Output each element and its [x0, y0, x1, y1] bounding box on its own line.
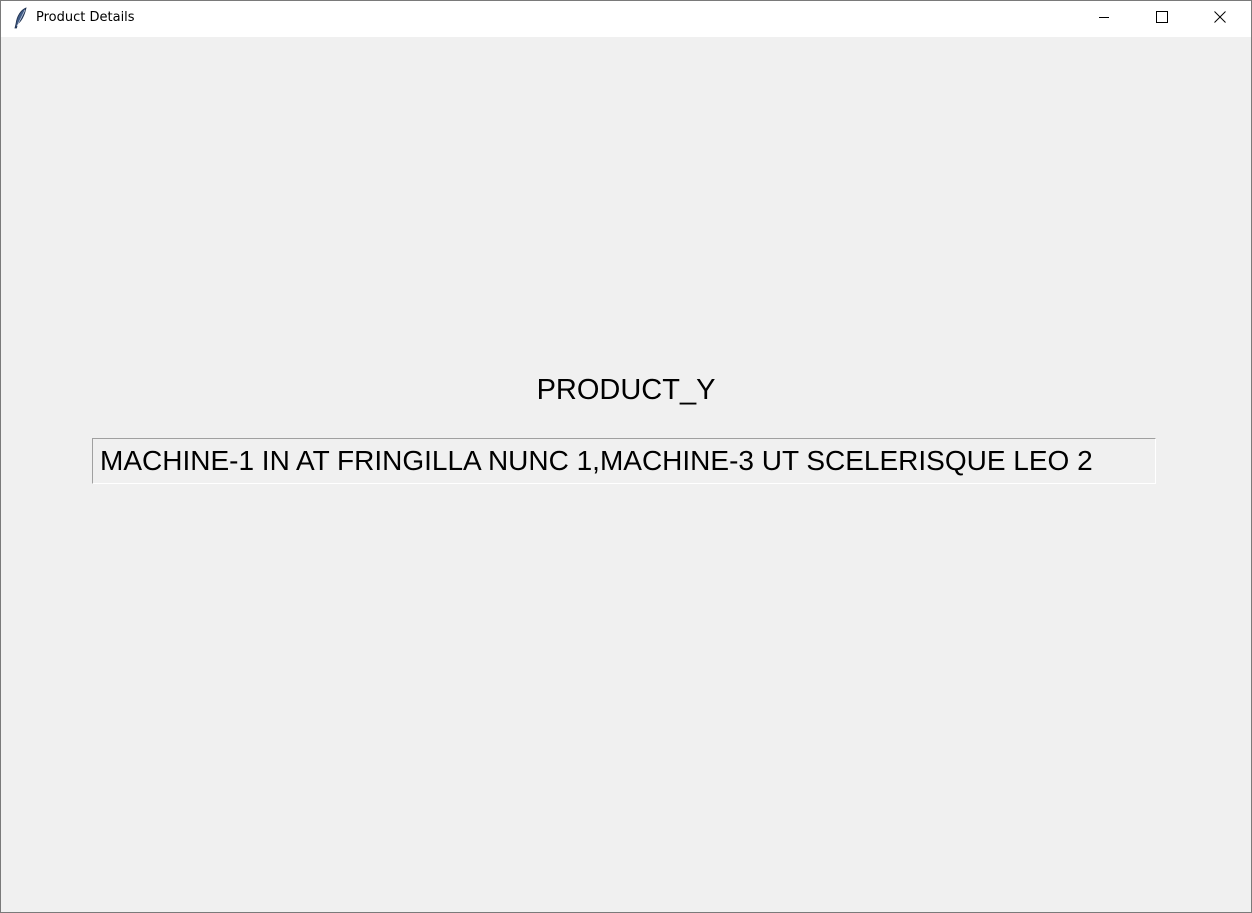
close-button[interactable] — [1191, 1, 1249, 36]
product-details-field[interactable] — [92, 438, 1156, 484]
maximize-icon — [1156, 10, 1168, 28]
window-title: Product Details — [36, 10, 135, 25]
minimize-button[interactable] — [1075, 1, 1133, 36]
minimize-icon — [1098, 10, 1110, 28]
app-window: Product Details PRODUCT_Y — [0, 0, 1252, 913]
feather-icon — [13, 7, 29, 29]
maximize-button[interactable] — [1133, 1, 1191, 36]
close-icon — [1214, 10, 1226, 28]
product-name-label: PRODUCT_Y — [536, 374, 716, 406]
title-bar[interactable]: Product Details — [1, 1, 1251, 37]
main-content: PRODUCT_Y — [1, 37, 1251, 912]
